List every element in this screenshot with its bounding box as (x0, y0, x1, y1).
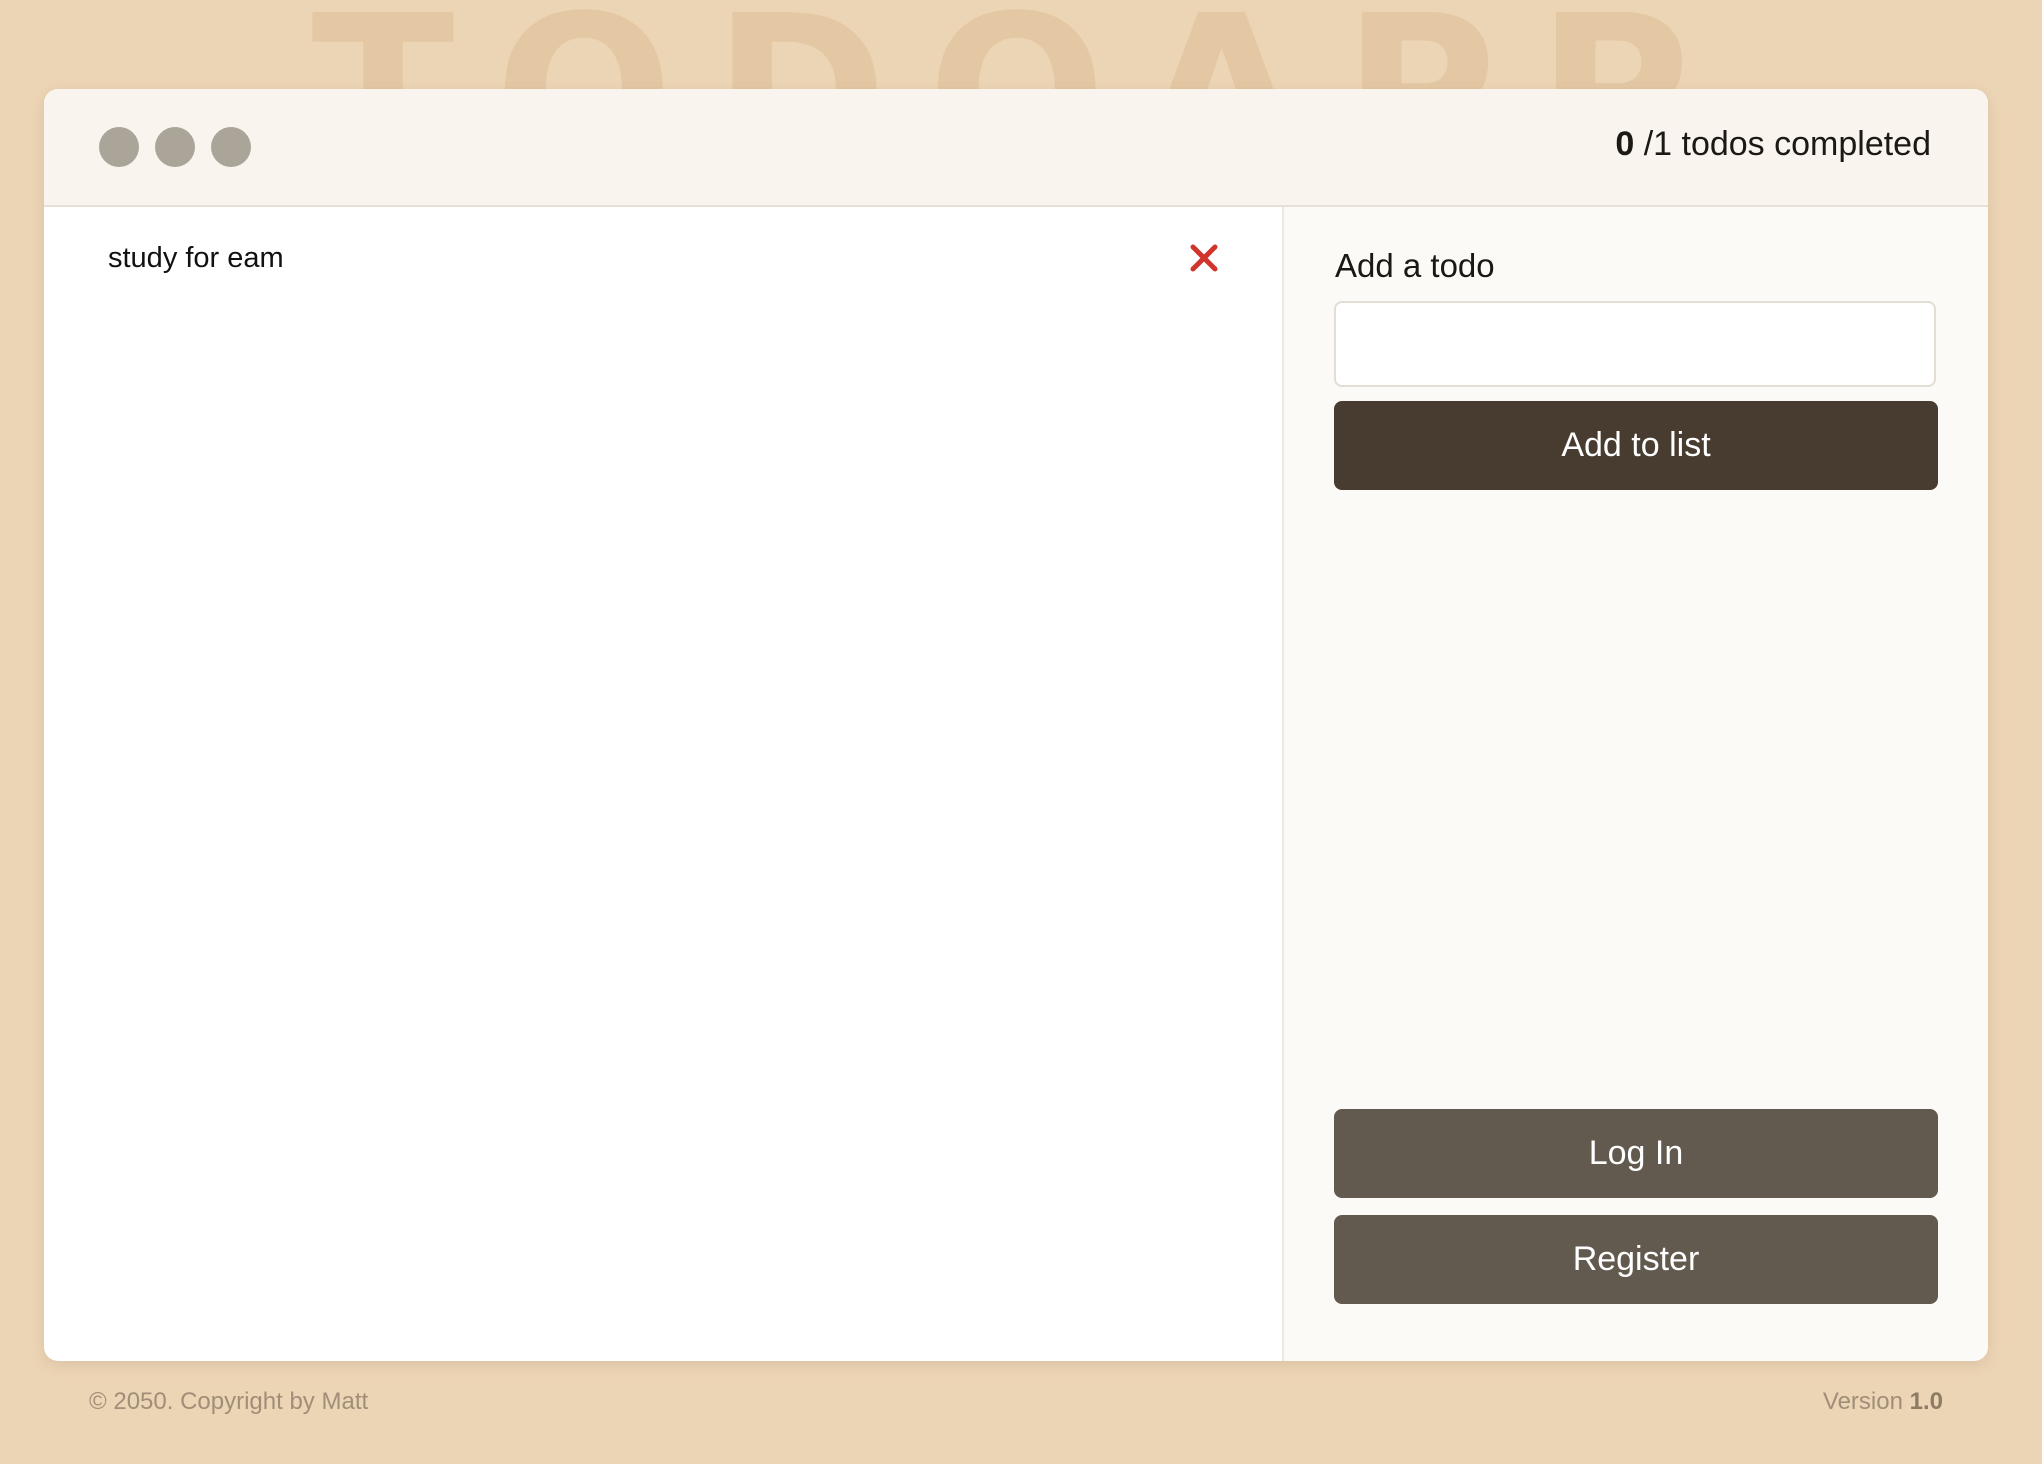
completed-suffix: /1 todos completed (1643, 125, 1931, 163)
window-titlebar: 0 /1 todos completed (44, 89, 1988, 207)
main-content: study for eam Add a todo Add to list Log… (44, 207, 1988, 1361)
completed-count: 0 (1615, 125, 1635, 163)
completed-counter: 0 /1 todos completed (1615, 125, 1931, 164)
add-todo-label: Add a todo (1335, 247, 1495, 284)
delete-todo-button[interactable] (1186, 240, 1222, 276)
app-window: 0 /1 todos completed study for eam Add a… (44, 89, 1988, 1361)
todo-text[interactable]: study for eam (108, 242, 284, 275)
footer-version: Version 1.0 (1823, 1388, 1943, 1416)
window-dot-icon[interactable] (211, 127, 251, 167)
register-button[interactable]: Register (1334, 1215, 1938, 1304)
window-dot-icon[interactable] (99, 127, 139, 167)
add-to-list-button[interactable]: Add to list (1334, 401, 1938, 490)
close-icon (1190, 244, 1218, 272)
footer-copyright: © 2050. Copyright by Matt (89, 1388, 369, 1415)
todo-list: study for eam (44, 207, 1284, 1361)
todo-item[interactable]: study for eam (44, 207, 1282, 309)
window-dot-icon[interactable] (155, 127, 195, 167)
login-button[interactable]: Log In (1334, 1109, 1938, 1198)
todo-input[interactable] (1334, 301, 1936, 387)
sidebar: Add a todo Add to list Log In Register (1284, 207, 1988, 1361)
window-controls (99, 127, 251, 167)
version-label: Version (1822, 1388, 1903, 1415)
version-number: 1.0 (1909, 1388, 1943, 1415)
